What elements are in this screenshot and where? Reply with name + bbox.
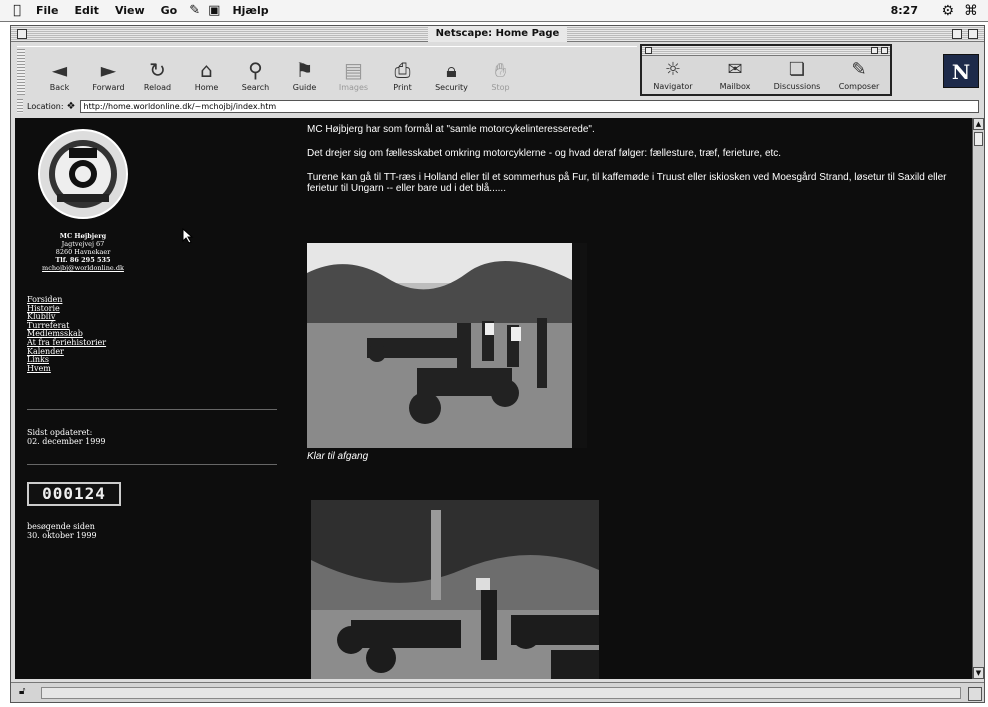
status-bar: 🔓︎ xyxy=(11,682,984,702)
forward-button[interactable]: ► Forward xyxy=(84,48,133,96)
photo-motorcycles-forest xyxy=(311,500,599,679)
intro-text: MC Højbjerg har som formål at "samle mot… xyxy=(307,124,972,207)
discussions-icon: ❏ xyxy=(788,59,806,80)
intro-paragraph: Turene kan gå til TT-ræs i Holland eller… xyxy=(307,172,947,194)
search-icon: ⚲ xyxy=(248,58,263,82)
last-updated: Sidst opdateret: 02. december 1999 xyxy=(27,428,106,446)
guide-button[interactable]: ⚑ Guide xyxy=(280,48,329,96)
composer-button[interactable]: ✎ Composer xyxy=(830,58,888,91)
images-button[interactable]: ▤ Images xyxy=(329,48,378,96)
scroll-up-arrow-icon[interactable]: ▲ xyxy=(973,118,984,130)
divider xyxy=(27,409,277,410)
window-title-bar[interactable]: Netscape: Home Page xyxy=(11,26,984,42)
menu-view[interactable]: View xyxy=(115,4,145,17)
home-icon: ⌂ xyxy=(200,58,213,82)
club-phone: Tlf. 86 295 535 xyxy=(55,256,111,264)
menu-go[interactable]: Go xyxy=(161,4,178,17)
club-email-link[interactable]: mchojbj@worldonline.dk xyxy=(27,264,139,272)
component-bar-close-box[interactable] xyxy=(645,47,652,54)
resize-grow-box[interactable] xyxy=(968,687,982,701)
security-icon: 🔒︎ xyxy=(446,58,457,82)
menu-file[interactable]: File xyxy=(36,4,59,17)
vertical-scrollbar[interactable]: ▲ ▼ xyxy=(972,118,984,679)
application-switcher-icon[interactable]: ⚙ xyxy=(941,3,954,19)
home-button[interactable]: ⌂ Home xyxy=(182,48,231,96)
security-button[interactable]: 🔒︎ Security xyxy=(427,48,476,96)
photo-motorcycles-parked xyxy=(307,243,587,448)
location-label: Location: xyxy=(27,101,64,111)
forward-icon: ► xyxy=(100,58,117,82)
menu-edit[interactable]: Edit xyxy=(75,4,99,17)
component-bar-zoom-box[interactable] xyxy=(871,47,878,54)
back-icon: ◄ xyxy=(51,58,68,82)
reload-icon: ↻ xyxy=(149,58,166,82)
page-navigation: Forsiden Historie Klubliv Turreferat Med… xyxy=(27,295,227,374)
discussions-button[interactable]: ❏ Discussions xyxy=(768,58,826,91)
guide-icon: ⚑ xyxy=(295,58,314,82)
divider xyxy=(27,464,277,465)
stop-icon: ✋︎ xyxy=(494,58,507,82)
security-lock-icon[interactable]: 🔓︎ xyxy=(19,686,25,697)
location-bar-grip[interactable] xyxy=(17,99,23,113)
visitors-since: besøgende siden 30. oktober 1999 xyxy=(27,522,97,540)
composer-icon: ✎ xyxy=(851,59,867,80)
page-proxy-icon[interactable]: ❖ xyxy=(67,101,76,112)
menu-help[interactable]: Hjælp xyxy=(232,4,268,17)
component-bar-collapse-box[interactable] xyxy=(881,47,888,54)
scroll-thumb[interactable] xyxy=(974,132,983,146)
club-logo xyxy=(38,129,128,219)
scroll-down-arrow-icon[interactable]: ▼ xyxy=(973,667,984,679)
netscape-app-icon[interactable]: ⌘ xyxy=(964,3,978,19)
intro-paragraph: MC Højbjerg har som formål at "samle mot… xyxy=(307,124,595,135)
zoom-box[interactable] xyxy=(952,29,962,39)
search-button[interactable]: ⚲ Search xyxy=(231,48,280,96)
mailbox-icon: ✉ xyxy=(727,59,743,80)
visitors-since-date: 30. oktober 1999 xyxy=(27,531,97,540)
club-name: MC Højbjerg xyxy=(59,232,107,240)
window-menu-icon[interactable]: ▣ xyxy=(208,3,220,18)
browser-window: Netscape: Home Page ◄ Back ► Forward ↻ Relo… xyxy=(10,25,985,703)
mouse-pointer-icon xyxy=(182,228,194,244)
window-title: Netscape: Home Page xyxy=(427,26,568,42)
mac-menu-bar:  File Edit View Go ✎ ▣ Hjælp 8:27 ⚙ ⌘ xyxy=(0,0,988,22)
page-content: MC Højbjerg Jagtvejvej 67 8260 Havnekaer… xyxy=(15,118,972,679)
club-address: Jagtvejvej 67 xyxy=(61,240,105,248)
horizontal-scrollbar[interactable] xyxy=(41,687,961,699)
print-icon: ⎙ xyxy=(394,58,411,82)
apple-menu-icon[interactable]:  xyxy=(6,3,28,18)
close-box[interactable] xyxy=(17,29,27,39)
location-bar: Location: ❖ xyxy=(17,98,979,114)
nav-link-historie[interactable]: Historie xyxy=(27,304,227,314)
collapse-box[interactable] xyxy=(968,29,978,39)
last-updated-label: Sidst opdateret: xyxy=(27,428,93,437)
stop-button[interactable]: ✋︎ Stop xyxy=(476,48,525,96)
images-icon: ▤ xyxy=(344,58,363,82)
club-city: 8260 Havnekaer xyxy=(55,248,111,256)
visitors-since-label: besøgende siden xyxy=(27,522,95,531)
back-button[interactable]: ◄ Back xyxy=(35,48,84,96)
component-bar-title[interactable] xyxy=(642,46,890,56)
print-button[interactable]: ⎙ Print xyxy=(378,48,427,96)
netscape-throbber-logo[interactable]: N xyxy=(943,54,979,88)
last-updated-date: 02. december 1999 xyxy=(27,437,106,446)
intro-paragraph: Det drejer sig om fællesskabet omkring m… xyxy=(307,148,782,159)
nav-link-kalender[interactable]: Kalender xyxy=(27,347,227,357)
nav-link-links[interactable]: Links xyxy=(27,356,227,365)
toolbar-grip[interactable] xyxy=(17,49,25,95)
communicator-menu-icon[interactable]: ✎ xyxy=(189,3,200,18)
visitor-counter: 000124 xyxy=(27,482,121,506)
menu-clock[interactable]: 8:27 xyxy=(891,4,918,17)
mailbox-button[interactable]: ✉ Mailbox xyxy=(706,58,764,91)
navigator-icon: ☼ xyxy=(664,59,682,80)
navigation-toolbar: ◄ Back ► Forward ↻ Reload ⌂ Home ⚲ Search ⚑ Gu… xyxy=(17,46,637,96)
club-contact-info: MC Højbjerg Jagtvejvej 67 8260 Havnekaer… xyxy=(27,232,139,272)
photo-caption: Klar til afgang xyxy=(307,451,369,462)
component-bar: ☼ Navigator ✉ Mailbox ❏ Discussions ✎ Compos… xyxy=(640,44,892,96)
navigator-button[interactable]: ☼ Navigator xyxy=(644,58,702,91)
location-url-field[interactable] xyxy=(79,99,979,113)
nav-link-hvem[interactable]: Hvem xyxy=(27,364,227,374)
reload-button[interactable]: ↻ Reload xyxy=(133,48,182,96)
